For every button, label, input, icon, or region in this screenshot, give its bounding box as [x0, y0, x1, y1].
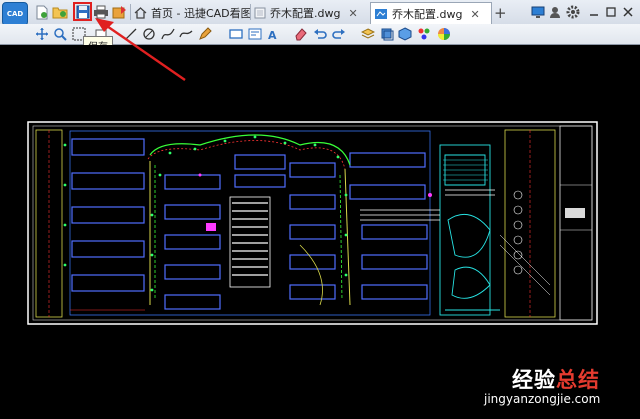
- screen-icon[interactable]: [530, 4, 546, 20]
- open-file-icon[interactable]: [34, 4, 50, 20]
- tab-file-2-active[interactable]: 乔木配置.dwg ✕: [370, 2, 492, 25]
- close-icon[interactable]: ✕: [348, 7, 357, 20]
- parking-area: [229, 196, 271, 288]
- properties-icon[interactable]: [416, 26, 432, 42]
- minimize-button[interactable]: [586, 4, 602, 20]
- close-icon[interactable]: ✕: [470, 8, 479, 21]
- landscape-zone: [439, 144, 500, 316]
- redo-icon[interactable]: [331, 26, 347, 42]
- dwg-file-icon: [375, 9, 387, 19]
- building-blocks: [71, 138, 428, 310]
- watermark-text-1: 经验: [512, 368, 556, 392]
- title-block: [559, 125, 593, 321]
- zoom-window-icon[interactable]: [52, 26, 68, 42]
- annotation-arrow: [95, 18, 186, 81]
- open-folder-icon[interactable]: [52, 4, 68, 20]
- maximize-button[interactable]: [603, 4, 619, 20]
- pan-icon[interactable]: [34, 26, 50, 42]
- gear-icon[interactable]: [565, 4, 581, 20]
- app-logo-icon[interactable]: CAD: [2, 2, 28, 26]
- watermark-url: jingyanzongjie.com: [484, 392, 601, 406]
- watermark-text-2: 总结: [556, 368, 600, 392]
- tree-markers: [63, 135, 348, 292]
- block-icon[interactable]: [379, 26, 395, 42]
- close-window-button[interactable]: [620, 4, 636, 20]
- color-wheel-icon[interactable]: [436, 26, 452, 42]
- layers-icon[interactable]: [360, 26, 376, 42]
- tab-file-2-label: 乔木配置.dwg: [392, 8, 463, 21]
- user-icon[interactable]: [547, 4, 563, 20]
- cad-drawing: [27, 121, 598, 325]
- watermark-logo: 经验总结: [512, 364, 600, 394]
- drawing-canvas[interactable]: [0, 18, 640, 415]
- new-tab-button[interactable]: +: [494, 3, 507, 23]
- 3d-view-icon[interactable]: [397, 26, 413, 42]
